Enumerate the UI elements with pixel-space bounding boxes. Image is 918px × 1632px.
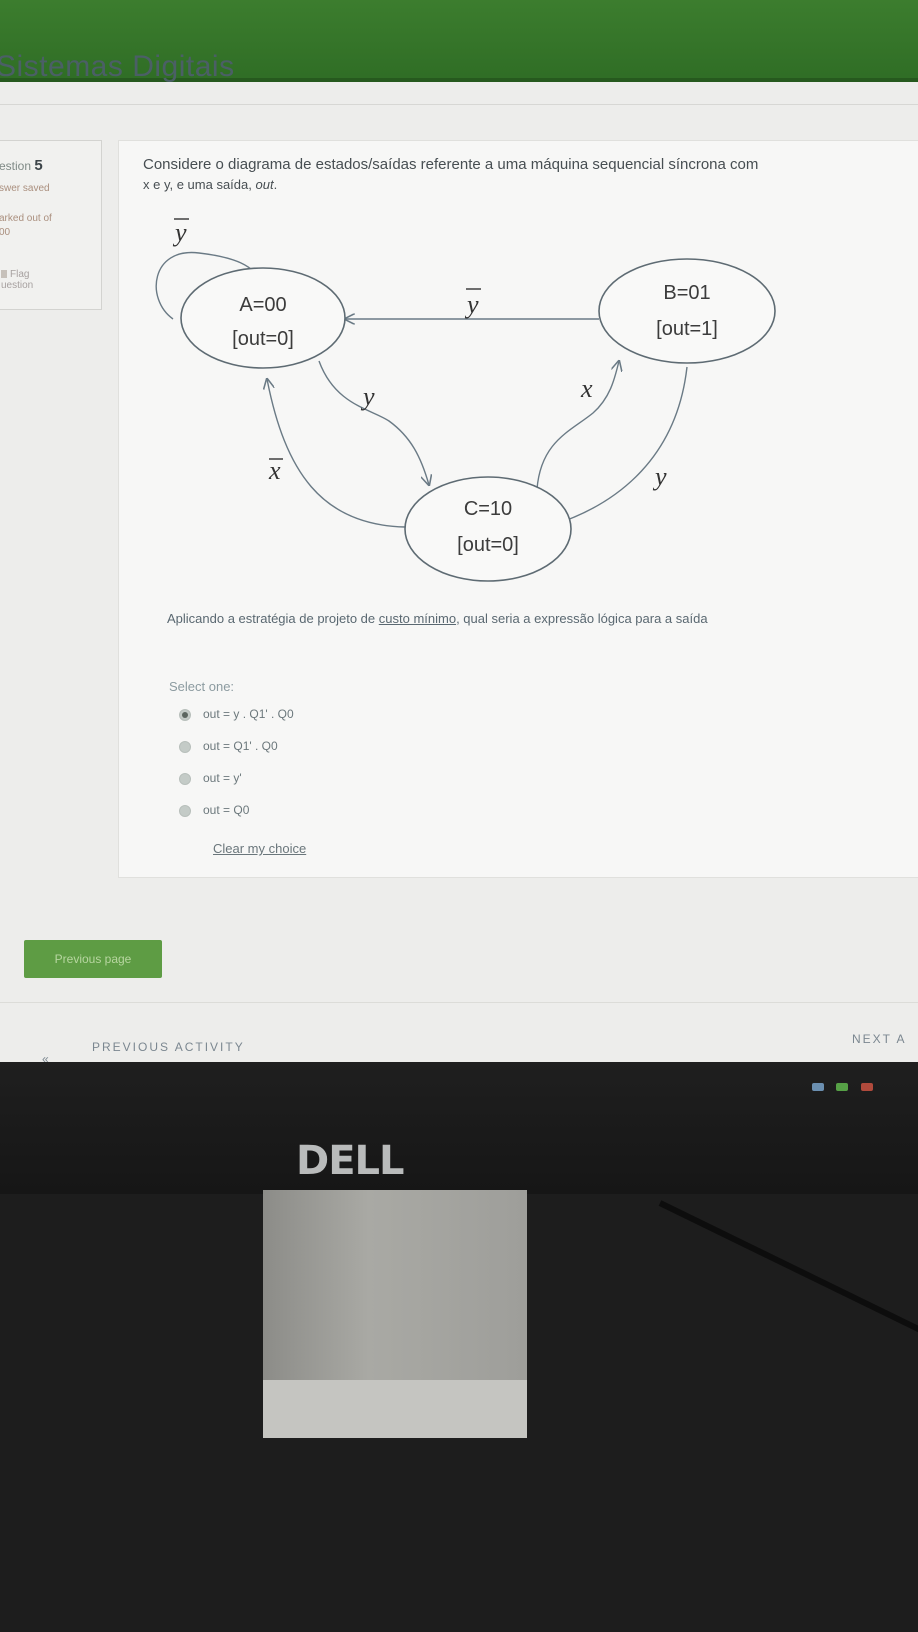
monitor-screen: Sistemas Digitais estion 5 swer saved ar… — [0, 0, 918, 1065]
state-c-output: [out=0] — [457, 534, 519, 556]
answer-option-label[interactable]: out = Q1' . Q0 — [203, 739, 278, 753]
question-text-line-2: x e y, e uma saída, out. — [143, 175, 918, 195]
answer-option-label[interactable]: out = y' — [203, 771, 242, 785]
cable — [658, 1200, 918, 1338]
previous-page-button[interactable]: Previous page — [24, 940, 162, 978]
dell-logo: DELL — [296, 1138, 405, 1184]
network-icon — [812, 1083, 824, 1091]
state-a-name: A=00 — [239, 294, 286, 316]
state-a-output: [out=0] — [232, 328, 294, 350]
question-text-line-2-prefix: x e y, e uma saída, — [143, 177, 256, 192]
radio-button-selected[interactable] — [179, 709, 191, 721]
label-ybar-b-to-a: y — [464, 290, 479, 319]
header-divider — [0, 104, 918, 105]
answer-option-label[interactable]: out = Q0 — [203, 803, 249, 817]
radio-button[interactable] — [179, 741, 191, 753]
question-number-prefix: estion — [0, 159, 32, 173]
transition-c-to-a — [267, 379, 406, 528]
radio-button[interactable] — [179, 773, 191, 785]
app-icon — [836, 1083, 849, 1091]
question-card: Considere o diagrama de estados/saídas r… — [118, 140, 918, 878]
state-diagram: A=00 [out=0] B=01 [out=1] C=10 [out=0] y… — [155, 218, 776, 582]
answer-status: swer saved — [0, 183, 50, 194]
answer-option-label[interactable]: out = y . Q1' . Q0 — [203, 707, 294, 721]
label-ybar-self: y — [172, 218, 187, 247]
transition-b-to-c — [553, 366, 688, 525]
state-b-name: B=01 — [663, 282, 710, 304]
app-icon-2 — [860, 1083, 873, 1091]
flag-label-1: Flag — [10, 269, 30, 280]
question-text: Considere o diagrama de estados/saídas r… — [143, 155, 918, 195]
marks-line-2: 00 — [0, 227, 11, 238]
monitor-bezel — [0, 1062, 918, 1194]
label-xbar-c-to-a: x — [268, 456, 281, 485]
transition-c-to-b — [536, 361, 619, 490]
label-x-c-to-b: x — [580, 374, 593, 403]
flag-icon — [1, 270, 7, 278]
flag-label-2: uestion — [1, 280, 34, 291]
marks-line-1: arked out of — [0, 213, 52, 224]
next-activity-link[interactable]: NEXT A — [852, 1032, 906, 1046]
state-c-name: C=10 — [464, 498, 512, 520]
question-prompt: Aplicando a estratégia de projeto de cus… — [167, 611, 708, 626]
select-one-label: Select one: — [169, 679, 235, 694]
previous-activity-link[interactable]: PREVIOUS ACTIVITY — [92, 1040, 245, 1054]
question-info-panel: estion 5 swer saved arked out of 00 Flag… — [0, 140, 102, 310]
question-text-line-1: Considere o diagrama de estados/saídas r… — [143, 156, 759, 173]
label-y-b-to-c: y — [652, 462, 667, 491]
transition-a-to-c — [318, 360, 429, 485]
state-b-output: [out=1] — [656, 318, 718, 340]
question-prompt-underlined: custo mínimo — [378, 611, 457, 626]
state-a — [180, 267, 346, 369]
flag-question-link[interactable]: Flag uestion — [1, 269, 33, 291]
state-b — [598, 258, 776, 364]
question-text-out: out — [255, 177, 274, 192]
question-number: estion 5 — [0, 157, 43, 174]
footer-divider — [0, 1002, 918, 1003]
state-c — [404, 476, 572, 582]
question-prompt-prefix: Aplicando a estratégia de projeto de — [167, 611, 379, 626]
question-number-value: 5 — [34, 157, 43, 174]
system-tray — [812, 1078, 881, 1096]
monitor-stand-base — [263, 1380, 527, 1438]
label-y-a-to-c: y — [360, 382, 375, 411]
question-text-line-2-suffix: . — [273, 177, 278, 192]
question-prompt-suffix: , qual seria a expressão lógica para a s… — [456, 611, 708, 626]
site-title[interactable]: Sistemas Digitais — [0, 50, 235, 84]
clear-my-choice-link[interactable]: Clear my choice — [213, 841, 306, 856]
radio-button[interactable] — [179, 805, 191, 817]
